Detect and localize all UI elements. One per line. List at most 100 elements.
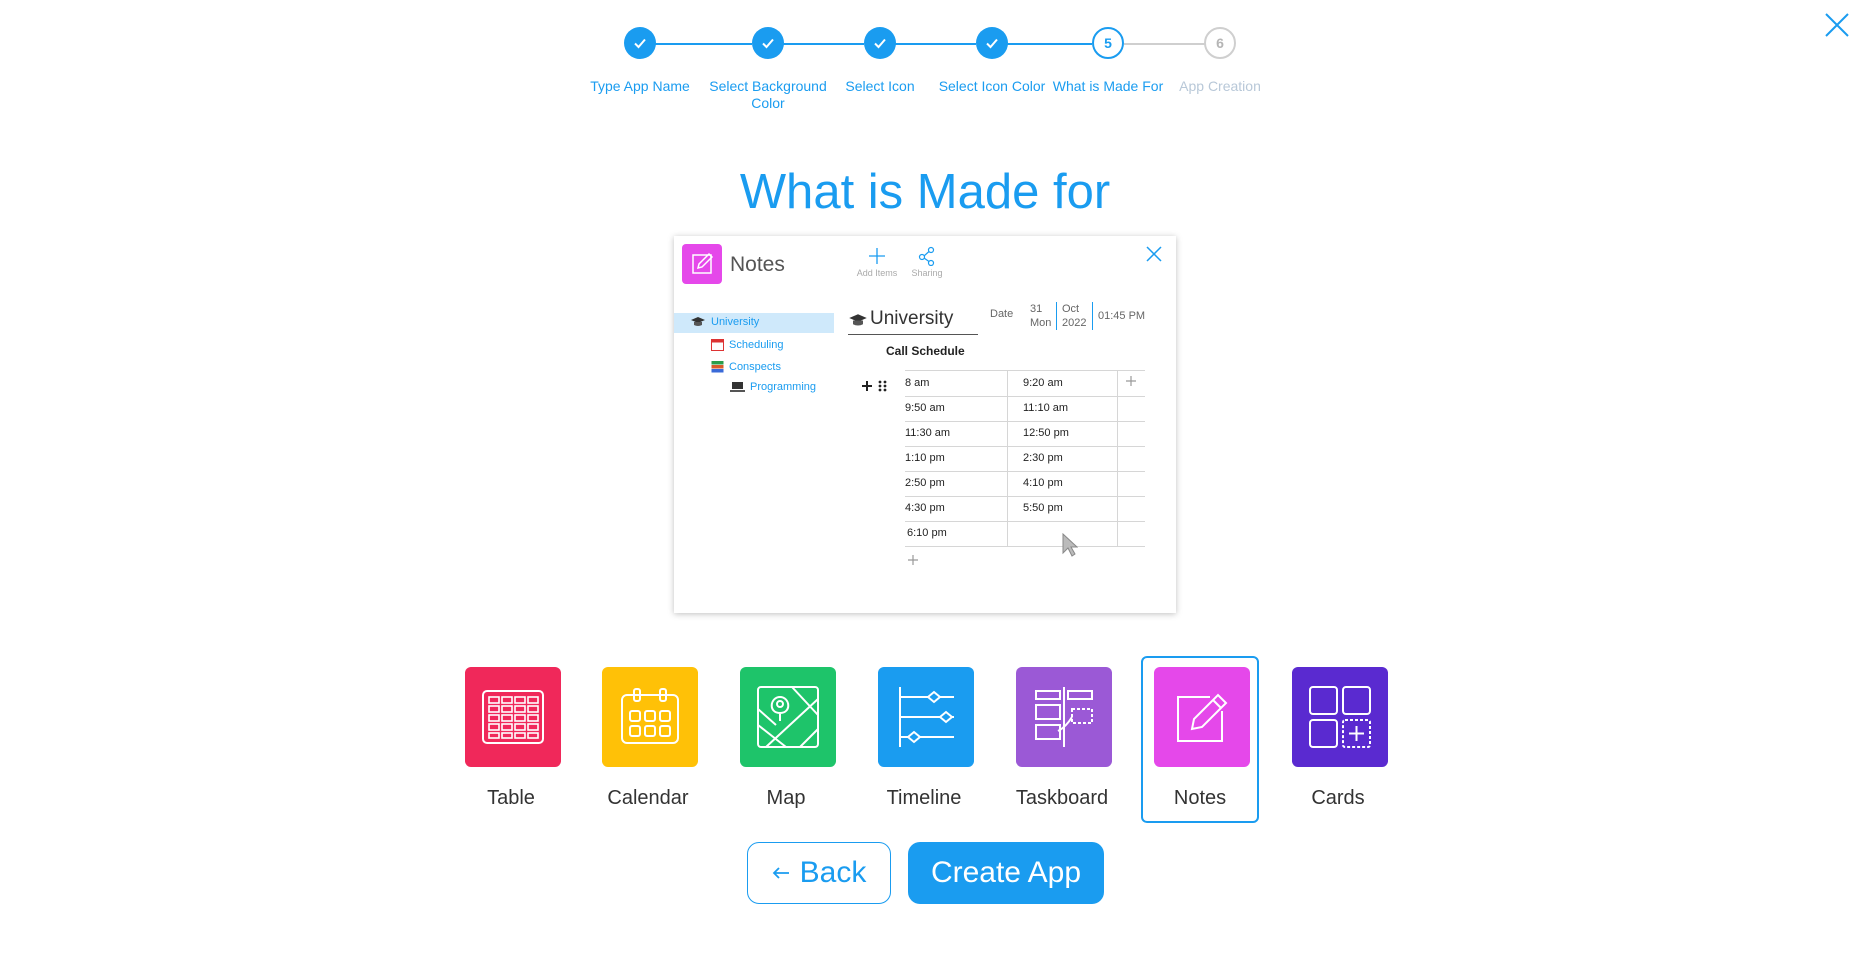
tree-label: Programming	[750, 381, 817, 393]
page-title: What is Made for	[739, 165, 1111, 219]
step-6-label: App Creation	[1179, 78, 1261, 94]
cell-end: 11:10 am	[1023, 402, 1069, 414]
cell-end: 9:20 am	[1023, 377, 1063, 389]
note-subtitle: Call Schedule	[886, 344, 965, 358]
taskboard-tile[interactable]	[1016, 667, 1112, 767]
tree-item-university: University	[690, 316, 759, 328]
notes-preview: Notes Add Items Sharing University Sched…	[674, 236, 1176, 613]
cards-tile[interactable]	[1292, 667, 1388, 767]
timeline-tile[interactable]	[878, 667, 974, 767]
date-month: Oct	[1062, 303, 1080, 315]
cursor-icon	[1062, 533, 1078, 557]
cell-start: 8 am	[905, 377, 930, 389]
table-row: 8 am 9:20 am	[905, 371, 1145, 397]
note-title: University	[870, 308, 954, 329]
cell-start: 2:50 pm	[905, 477, 945, 489]
cell-start: 6:10 pm	[907, 527, 947, 539]
type-table[interactable]: Table	[452, 657, 570, 822]
type-cards[interactable]: Cards	[1279, 657, 1397, 822]
table-row: 4:30 pm 5:50 pm	[905, 496, 1145, 522]
type-label: Calendar	[607, 787, 689, 809]
cell-end: 4:10 pm	[1023, 477, 1063, 489]
date-label: Date	[990, 308, 1014, 320]
step-6-number: 6	[1204, 27, 1236, 59]
tree-item-conspects: Conspects	[711, 360, 781, 373]
date-divider	[1092, 302, 1093, 330]
type-label: Map	[766, 787, 806, 809]
step-2-check-icon[interactable]	[752, 27, 784, 59]
calendar-icon	[621, 688, 679, 744]
step-connector	[640, 43, 752, 45]
plus-icon	[869, 248, 885, 264]
graduation-cap-icon	[691, 317, 705, 326]
table-row: 9:50 am 11:10 am	[905, 396, 1145, 422]
table-row: 2:50 pm 4:10 pm	[905, 471, 1145, 497]
cell-start: 1:10 pm	[905, 452, 945, 464]
back-label: Back	[799, 856, 867, 889]
laptop-icon	[730, 382, 745, 392]
stepper: 5 6 Type App Name Select Background Colo…	[0, 0, 1850, 120]
share-icon	[918, 246, 935, 267]
cards-icon	[1309, 686, 1371, 748]
taskboard-icon	[1035, 687, 1093, 747]
table-icon	[482, 690, 544, 744]
add-row-handle-icon	[862, 380, 887, 392]
date-time: 01:45 PM	[1098, 310, 1146, 322]
step-1-label[interactable]: Type App Name	[570, 78, 710, 95]
type-map[interactable]: Map	[727, 657, 845, 822]
cell-start: 11:30 am	[905, 427, 951, 439]
create-app-button[interactable]: Create App	[908, 842, 1104, 904]
step-5-number[interactable]: 5	[1092, 27, 1124, 59]
step-3-check-icon[interactable]	[864, 27, 896, 59]
tree-label: University	[711, 316, 760, 328]
date-weekday: Mon	[1030, 317, 1052, 329]
back-button[interactable]: Back	[747, 842, 891, 904]
date-divider	[1056, 302, 1057, 330]
date-day: 31	[1030, 303, 1043, 315]
step-4-check-icon[interactable]	[976, 27, 1008, 59]
step-1-check-icon[interactable]	[624, 27, 656, 59]
calendar-tile[interactable]	[602, 667, 698, 767]
cell-end: 12:50 pm	[1023, 427, 1069, 439]
table-row: 11:30 am 12:50 pm	[905, 421, 1145, 447]
sharing-label: Sharing	[911, 268, 943, 278]
notes-app-icon	[682, 244, 722, 284]
type-label: Timeline	[886, 787, 962, 809]
cell-start: 9:50 am	[905, 402, 945, 414]
tree-label: Scheduling	[729, 338, 784, 351]
map-icon	[757, 686, 819, 748]
notes-tile[interactable]	[1154, 667, 1250, 767]
table-row: 6:10 pm	[905, 521, 1145, 547]
type-timeline[interactable]: Timeline	[865, 657, 983, 822]
type-taskboard[interactable]: Taskboard	[1003, 657, 1121, 822]
type-label: Cards	[1311, 787, 1365, 809]
type-label: Taskboard	[1015, 787, 1109, 809]
type-label: Table	[487, 787, 535, 809]
timeline-icon	[899, 687, 954, 747]
books-icon	[711, 361, 724, 373]
date-year: 2022	[1062, 317, 1087, 329]
type-label: Notes	[1173, 787, 1227, 809]
calendar-small-icon	[711, 339, 724, 351]
tree-label: Conspects	[729, 360, 781, 373]
type-notes[interactable]: Notes	[1141, 656, 1259, 823]
tree-item-scheduling: Scheduling	[711, 338, 783, 351]
notes-icon	[1177, 693, 1228, 742]
title-underline	[848, 334, 978, 335]
type-calendar[interactable]: Calendar	[589, 657, 707, 822]
table-row: 1:10 pm 2:30 pm	[905, 446, 1145, 472]
preview-close-icon	[1146, 246, 1162, 262]
sharing-tool: Sharing	[902, 246, 952, 278]
map-tile[interactable]	[740, 667, 836, 767]
table-tile[interactable]	[465, 667, 561, 767]
cell-end: 5:50 pm	[1023, 502, 1063, 514]
tree-item-programming: Programming	[730, 381, 816, 393]
arrow-left-icon	[772, 867, 789, 879]
cell-end: 2:30 pm	[1023, 452, 1063, 464]
preview-app-title: Notes	[730, 253, 785, 276]
add-items-tool: Add Items	[852, 246, 902, 278]
cell-start: 4:30 pm	[905, 502, 945, 514]
add-items-label: Add Items	[856, 268, 898, 278]
graduation-cap-icon	[849, 314, 867, 326]
add-row-icon	[908, 555, 918, 565]
